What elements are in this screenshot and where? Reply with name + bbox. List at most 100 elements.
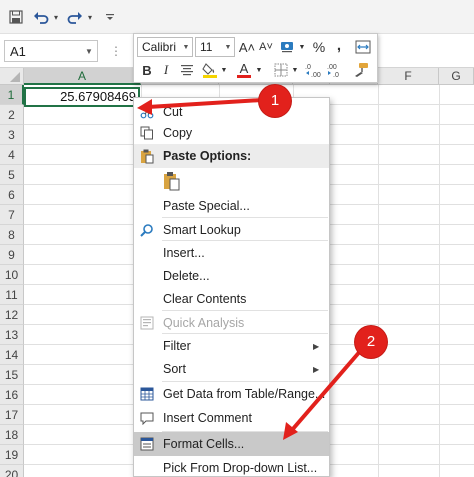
font-name-value: Calibri [142, 40, 177, 54]
undo-dropdown-icon[interactable]: ▾ [51, 6, 61, 28]
submenu-arrow-icon: ▶ [313, 364, 320, 374]
menu-item-label: Sort [163, 362, 186, 376]
menu-item-label: Copy [163, 126, 193, 140]
fill-color-dropdown-icon[interactable]: ▼ [220, 60, 228, 80]
context-menu: Cut Copy Paste Options: Paste Special...… [133, 97, 330, 477]
comma-style-button[interactable]: , [331, 35, 347, 55]
quick-analysis-icon [134, 311, 160, 335]
row-header[interactable]: 4 [0, 145, 24, 165]
menu-item-smart-lookup[interactable]: Smart Lookup [134, 218, 329, 242]
italic-button[interactable]: I [159, 60, 173, 80]
menu-item-label: Get Data from Table/Range... [163, 387, 326, 401]
font-size-select[interactable]: 11 ▼ [195, 37, 235, 57]
bold-button[interactable]: B [138, 60, 156, 80]
formula-bar-handle[interactable]: ⋮ [110, 44, 123, 58]
menu-item-clear-contents[interactable]: Clear Contents [134, 287, 329, 311]
chevron-down-icon: ▼ [182, 43, 190, 51]
menu-item-label: Quick Analysis [163, 316, 245, 330]
column-header-g[interactable]: G [439, 68, 474, 85]
menu-item-label: Insert... [163, 246, 205, 260]
menu-item-label: Paste Special... [163, 199, 250, 213]
menu-item-filter[interactable]: Filter ▶ [134, 334, 329, 358]
increase-decimal-button[interactable]: .0.00 [304, 60, 324, 80]
percent-style-button[interactable]: % [310, 37, 328, 57]
row-header[interactable]: 16 [0, 385, 24, 405]
menu-item-label: Delete... [163, 269, 210, 283]
redo-icon[interactable] [66, 6, 84, 28]
row-header[interactable]: 7 [0, 205, 24, 225]
format-cells-icon [134, 432, 160, 456]
accounting-format-button[interactable] [278, 37, 298, 57]
active-cell-a1[interactable]: 25.67908469 [24, 87, 142, 109]
menu-item-pick-from-list[interactable]: Pick From Drop-down List... [134, 456, 329, 476]
menu-item-insert-comment[interactable]: Insert Comment [134, 406, 329, 430]
fill-color-button[interactable] [200, 60, 220, 80]
decrease-decimal-button[interactable]: .00.0 [326, 60, 346, 80]
menu-item-copy[interactable]: Copy [134, 121, 329, 145]
save-icon[interactable] [6, 6, 26, 28]
row-header[interactable]: 10 [0, 265, 24, 285]
increase-font-size-button[interactable]: A˄ [238, 37, 256, 57]
cell-a1-value: 25.67908469 [60, 89, 136, 104]
merge-center-button[interactable] [352, 37, 374, 57]
font-name-select[interactable]: Calibri ▼ [137, 37, 193, 57]
menu-item-label: Format Cells... [163, 437, 245, 451]
row-header[interactable]: 8 [0, 225, 24, 245]
column-header-a[interactable]: A [24, 68, 141, 85]
row-header[interactable]: 13 [0, 325, 24, 345]
row-header[interactable]: 9 [0, 245, 24, 265]
name-box[interactable]: A1 ▼ [4, 40, 98, 62]
menu-item-format-cells[interactable]: Format Cells... [134, 432, 329, 456]
menu-item-paste-special[interactable]: Paste Special... [134, 194, 329, 218]
font-color-dropdown-icon[interactable]: ▼ [255, 60, 263, 80]
row-header[interactable]: 19 [0, 445, 24, 465]
borders-dropdown-icon[interactable]: ▼ [291, 60, 299, 80]
center-align-button[interactable] [178, 60, 196, 80]
customize-qat-icon[interactable] [104, 6, 116, 28]
redo-dropdown-icon[interactable]: ▾ [85, 6, 95, 28]
copy-icon [134, 121, 160, 145]
menu-item-label: Filter [163, 339, 191, 353]
table-icon [134, 382, 160, 406]
name-box-value: A1 [10, 43, 26, 59]
chevron-down-icon[interactable]: ▼ [81, 47, 97, 56]
menu-item-insert[interactable]: Insert... [134, 241, 329, 265]
svg-text:.0: .0 [305, 64, 311, 71]
menu-item-get-data[interactable]: Get Data from Table/Range... [134, 382, 329, 406]
accounting-dropdown-icon[interactable]: ▼ [298, 37, 306, 57]
row-header[interactable]: 6 [0, 185, 24, 205]
decrease-font-size-button[interactable]: A˅ [257, 37, 275, 57]
row-header[interactable]: 14 [0, 345, 24, 365]
menu-item-label: Insert Comment [163, 411, 252, 425]
paste-button[interactable] [134, 166, 329, 196]
row-header[interactable]: 1 [0, 85, 24, 105]
row-header[interactable]: 3 [0, 125, 24, 145]
svg-text:.00: .00 [311, 72, 321, 78]
paste-icon[interactable] [160, 169, 184, 193]
row-header[interactable]: 12 [0, 305, 24, 325]
chevron-down-icon: ▼ [224, 43, 232, 51]
font-color-button[interactable]: A [234, 60, 254, 80]
undo-icon[interactable] [32, 6, 50, 28]
row-header[interactable]: 20 [0, 465, 24, 477]
font-size-value: 11 [200, 40, 213, 54]
row-header[interactable]: 18 [0, 425, 24, 445]
menu-item-label: Paste Options: [163, 149, 252, 163]
menu-item-paste-options: Paste Options: [134, 144, 329, 168]
borders-button[interactable] [271, 60, 291, 80]
row-header[interactable]: 17 [0, 405, 24, 425]
menu-item-delete[interactable]: Delete... [134, 264, 329, 288]
row-header[interactable]: 15 [0, 365, 24, 385]
menu-item-label: Clear Contents [163, 292, 247, 306]
row-header[interactable]: 5 [0, 165, 24, 185]
select-all-button[interactable] [0, 68, 24, 85]
menu-item-quick-analysis: Quick Analysis [134, 311, 329, 335]
column-header-f[interactable]: F [378, 68, 439, 85]
format-painter-button[interactable] [350, 60, 372, 80]
menu-item-sort[interactable]: Sort ▶ [134, 357, 329, 381]
row-header[interactable]: 11 [0, 285, 24, 305]
annotation-badge-1: 1 [259, 85, 291, 117]
menu-item-label: Smart Lookup [163, 223, 241, 237]
submenu-arrow-icon: ▶ [313, 341, 320, 351]
row-header[interactable]: 2 [0, 105, 24, 125]
